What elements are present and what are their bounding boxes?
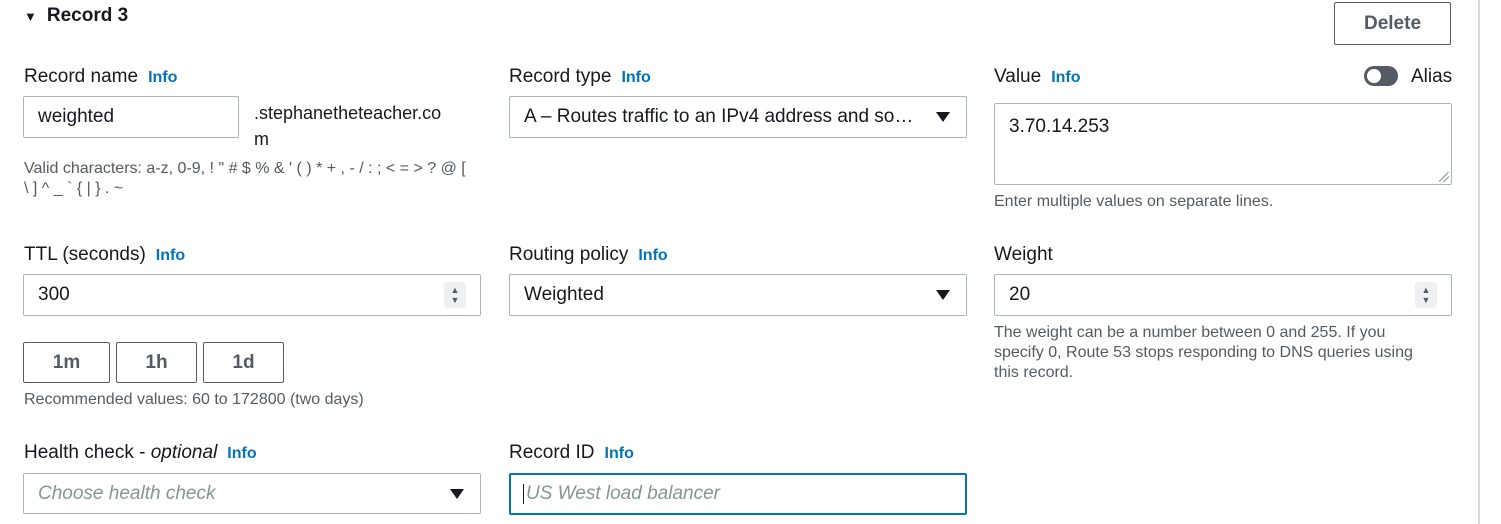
ttl-value: 300 bbox=[38, 284, 70, 305]
dropdown-arrow-icon bbox=[450, 488, 464, 499]
resize-handle-icon[interactable] bbox=[1439, 172, 1449, 182]
weight-hint: The weight can be a number between 0 and… bbox=[994, 323, 1413, 383]
routing-policy-label: Routing policy Info bbox=[509, 244, 668, 266]
routing-policy-info-link[interactable]: Info bbox=[638, 247, 667, 264]
record-id-label: Record ID Info bbox=[509, 442, 634, 464]
ttl-info-link[interactable]: Info bbox=[156, 247, 185, 264]
record-name-label: Record name Info bbox=[24, 66, 177, 88]
delete-button[interactable]: Delete bbox=[1334, 2, 1451, 45]
domain-suffix-line1: .stephanetheteacher.co bbox=[254, 103, 442, 123]
routing-policy-label-text: Routing policy bbox=[509, 244, 629, 265]
record-id-input[interactable]: US West load balancer bbox=[509, 473, 967, 515]
weight-input[interactable]: 20 ▲ ▼ bbox=[994, 274, 1452, 316]
panel-right-border bbox=[1478, 0, 1480, 524]
record-type-info-link[interactable]: Info bbox=[621, 69, 650, 86]
dropdown-arrow-icon bbox=[936, 290, 950, 300]
toggle-knob-icon bbox=[1367, 69, 1381, 83]
health-check-label: Health check - optional Info bbox=[24, 442, 257, 464]
record-name-input[interactable]: weighted bbox=[23, 96, 239, 138]
ttl-label: TTL (seconds) Info bbox=[24, 244, 185, 266]
value-hint: Enter multiple values on separate lines. bbox=[994, 193, 1274, 210]
health-check-info-link[interactable]: Info bbox=[227, 445, 256, 462]
value-text: 3.70.14.253 bbox=[1009, 116, 1110, 137]
domain-suffix: .stephanetheteacher.co m bbox=[254, 100, 441, 152]
health-check-label-text: Health check - bbox=[24, 442, 151, 463]
value-textarea[interactable]: 3.70.14.253 bbox=[994, 103, 1452, 185]
ttl-hint: Recommended values: 60 to 172800 (two da… bbox=[24, 391, 364, 408]
record-id-label-text: Record ID bbox=[509, 442, 595, 463]
text-cursor bbox=[523, 484, 524, 504]
weight-label: Weight bbox=[994, 244, 1053, 265]
health-check-select[interactable]: Choose health check bbox=[23, 473, 481, 514]
record-type-selected: A – Routes traffic to an IPv4 address an… bbox=[524, 106, 914, 127]
health-check-placeholder: Choose health check bbox=[38, 482, 216, 504]
record-name-hint: Valid characters: a-z, 0-9, ! " # $ % & … bbox=[24, 159, 466, 199]
record-header[interactable]: ▼ Record 3 bbox=[24, 5, 128, 27]
domain-suffix-line2: m bbox=[254, 129, 269, 149]
weight-hint-line2: specify 0, Route 53 stops responding to … bbox=[994, 344, 1413, 361]
weight-hint-line1: The weight can be a number between 0 and… bbox=[994, 324, 1386, 341]
record-name-label-text: Record name bbox=[24, 66, 139, 87]
alias-label: Alias bbox=[1411, 66, 1453, 87]
record-type-label-text: Record type bbox=[509, 66, 612, 87]
record-type-select[interactable]: A – Routes traffic to an IPv4 address an… bbox=[509, 96, 967, 138]
value-label: Value Info bbox=[994, 66, 1081, 88]
number-stepper-icon[interactable]: ▲ ▼ bbox=[1415, 282, 1437, 308]
record-name-hint-line2: \ ] ^ _ ` { | } . ~ bbox=[24, 180, 124, 197]
dropdown-arrow-icon bbox=[936, 112, 950, 122]
weight-hint-line3: this record. bbox=[994, 364, 1074, 381]
ttl-preset-1h-button[interactable]: 1h bbox=[116, 342, 197, 383]
ttl-label-text: TTL (seconds) bbox=[24, 244, 146, 265]
record-id-placeholder: US West load balancer bbox=[526, 483, 720, 504]
routing-policy-selected: Weighted bbox=[524, 284, 604, 305]
caret-down-icon[interactable]: ▼ bbox=[24, 9, 37, 24]
routing-policy-select[interactable]: Weighted bbox=[509, 274, 967, 316]
value-info-link[interactable]: Info bbox=[1051, 69, 1080, 86]
alias-toggle[interactable] bbox=[1364, 66, 1398, 86]
ttl-preset-1d-button[interactable]: 1d bbox=[203, 342, 284, 383]
record-name-info-link[interactable]: Info bbox=[148, 69, 177, 86]
number-stepper-icon[interactable]: ▲ ▼ bbox=[444, 282, 466, 308]
weight-value: 20 bbox=[1009, 284, 1031, 305]
ttl-preset-1m-button[interactable]: 1m bbox=[23, 342, 110, 383]
health-check-optional-text: optional bbox=[150, 442, 218, 463]
record-name-value: weighted bbox=[38, 106, 115, 127]
value-label-text: Value bbox=[994, 66, 1042, 87]
ttl-input[interactable]: 300 ▲ ▼ bbox=[23, 274, 481, 316]
record-name-hint-line1: Valid characters: a-z, 0-9, ! " # $ % & … bbox=[24, 160, 466, 177]
record-title: Record 3 bbox=[46, 5, 129, 26]
record-id-info-link[interactable]: Info bbox=[605, 445, 634, 462]
record-type-label: Record type Info bbox=[509, 66, 651, 88]
